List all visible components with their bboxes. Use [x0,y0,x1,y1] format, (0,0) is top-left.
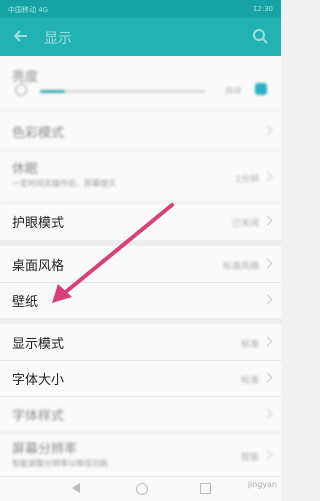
nav-home-icon[interactable] [136,483,148,495]
watermark: jingyan [247,480,277,489]
nav-back-icon[interactable] [72,483,80,493]
navigation-bar: jingyan [0,476,281,501]
nav-recent-icon[interactable] [200,483,211,494]
annotation-arrow [52,203,174,303]
